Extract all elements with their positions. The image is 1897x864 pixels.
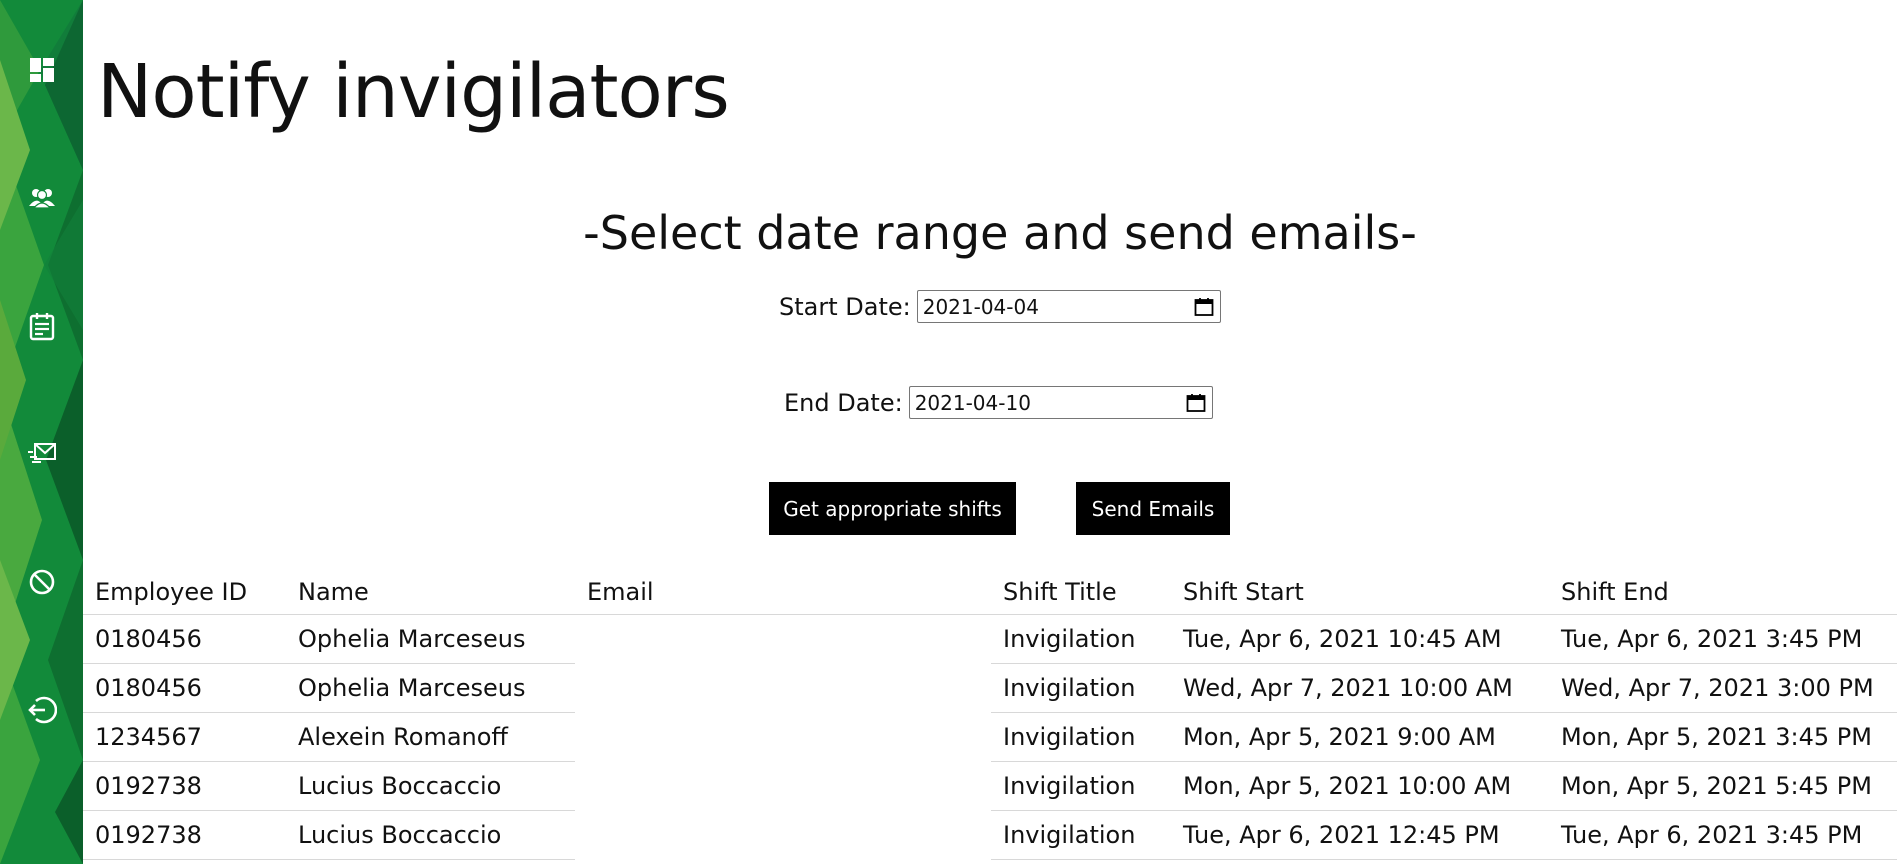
cell-shift-start: Wed, Apr 7, 2021 10:00 AM — [1171, 663, 1549, 713]
cell-shift-end: Wed, Apr 7, 2021 3:00 PM — [1549, 663, 1897, 713]
start-date-input[interactable]: 2021-04-04 — [916, 290, 1221, 323]
get-shifts-button[interactable]: Get appropriate shifts — [769, 482, 1016, 535]
cell-shift-start: Tue, Apr 6, 2021 12:45 PM — [1171, 810, 1549, 860]
cell-shift-start: Mon, Apr 5, 2021 10:00 AM — [1171, 761, 1549, 811]
cell-shift-title: Invigilation — [991, 810, 1171, 860]
cell-email — [575, 664, 991, 713]
cell-email — [575, 811, 991, 860]
cell-employee-id: 0192738 — [83, 761, 286, 811]
send-emails-button[interactable]: Send Emails — [1076, 482, 1230, 535]
block-icon — [29, 569, 54, 595]
nav-logout[interactable] — [0, 680, 83, 740]
cell-shift-title: Invigilation — [991, 761, 1171, 811]
header-shift-start: Shift Start — [1171, 570, 1549, 615]
calendar-icon — [29, 313, 54, 341]
nav-shifts[interactable] — [0, 296, 83, 356]
cell-shift-end: Tue, Apr 6, 2021 3:45 PM — [1549, 810, 1897, 860]
logout-icon — [27, 696, 57, 724]
end-date-label: End Date: — [784, 388, 903, 417]
dashboard-icon — [29, 58, 54, 82]
cell-email — [575, 713, 991, 762]
cell-shift-end: Mon, Apr 5, 2021 5:45 PM — [1549, 761, 1897, 811]
cell-employee-id: 0180456 — [83, 663, 286, 713]
page-title: Notify invigilators — [97, 49, 730, 135]
nav-users[interactable] — [0, 168, 83, 228]
calendar-picker-icon[interactable] — [1194, 297, 1214, 317]
cell-shift-start: Mon, Apr 5, 2021 9:00 AM — [1171, 712, 1549, 762]
cell-shift-title: Invigilation — [991, 614, 1171, 664]
header-employee-id: Employee ID — [83, 570, 286, 615]
cell-employee-id: 1234567 — [83, 712, 286, 762]
main-content: Notify invigilators -Select date range a… — [83, 0, 1897, 864]
cell-employee-id: 0180456 — [83, 614, 286, 664]
cell-employee-id: 0192738 — [83, 810, 286, 860]
cell-name: Lucius Boccaccio — [286, 761, 575, 811]
start-date-value: 2021-04-04 — [922, 294, 1039, 319]
cell-shift-end: Tue, Apr 6, 2021 3:45 PM — [1549, 614, 1897, 664]
table-row: 0192738 Lucius Boccaccio Invigilation Mo… — [83, 761, 1897, 811]
cell-name: Ophelia Marceseus — [286, 663, 575, 713]
users-icon — [28, 189, 55, 209]
table-row: 1234567 Alexein Romanoff Invigilation Mo… — [83, 712, 1897, 762]
table-row: 0192738 Lucius Boccaccio Invigilation Tu… — [83, 810, 1897, 860]
cell-shift-title: Invigilation — [991, 712, 1171, 762]
page-subtitle: -Select date range and send emails- — [583, 206, 1417, 260]
mail-send-icon — [27, 443, 56, 463]
header-shift-title: Shift Title — [991, 570, 1171, 615]
end-date-row: End Date: 2021-04-10 — [784, 386, 1213, 419]
shifts-table: Employee ID Name Email Shift Title Shift… — [83, 570, 1897, 860]
nav-block[interactable] — [0, 552, 83, 612]
cell-shift-start: Tue, Apr 6, 2021 10:45 AM — [1171, 614, 1549, 664]
table-row: 0180456 Ophelia Marceseus Invigilation W… — [83, 663, 1897, 713]
calendar-picker-icon[interactable] — [1186, 393, 1206, 413]
cell-shift-title: Invigilation — [991, 663, 1171, 713]
nav-dashboard[interactable] — [0, 40, 83, 100]
start-date-row: Start Date: 2021-04-04 — [779, 290, 1221, 323]
table-header-row: Employee ID Name Email Shift Title Shift… — [83, 570, 1897, 615]
end-date-input[interactable]: 2021-04-10 — [908, 386, 1213, 419]
header-name: Name — [286, 570, 575, 615]
sidebar — [0, 0, 83, 864]
cell-name: Ophelia Marceseus — [286, 614, 575, 664]
header-email: Email — [575, 570, 991, 615]
cell-shift-end: Mon, Apr 5, 2021 3:45 PM — [1549, 712, 1897, 762]
header-shift-end: Shift End — [1549, 570, 1897, 615]
end-date-value: 2021-04-10 — [914, 390, 1031, 415]
table-row: 0180456 Ophelia Marceseus Invigilation T… — [83, 614, 1897, 664]
nav-notify[interactable] — [0, 424, 83, 484]
cell-name: Alexein Romanoff — [286, 712, 575, 762]
cell-email — [575, 615, 991, 664]
cell-email — [575, 762, 991, 811]
start-date-label: Start Date: — [779, 292, 911, 321]
cell-name: Lucius Boccaccio — [286, 810, 575, 860]
